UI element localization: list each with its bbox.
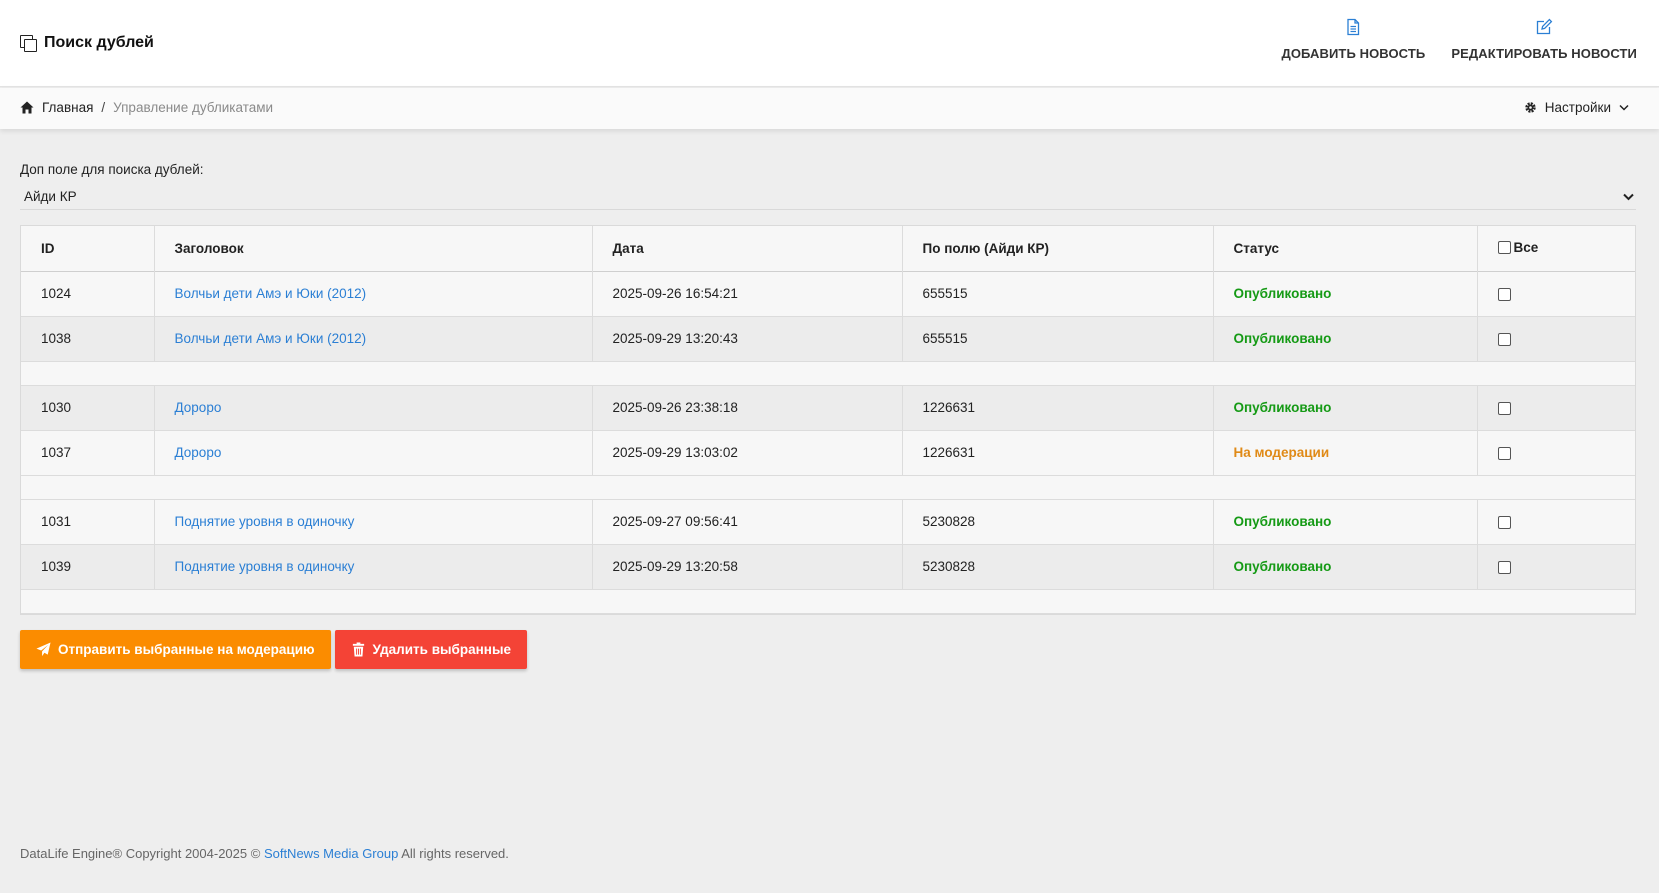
row-checkbox[interactable] [1497, 401, 1511, 415]
row-status: Опубликовано [1233, 559, 1332, 574]
breadcrumb-home-label: Главная [42, 100, 94, 115]
edit-news-label: РЕДАКТИРОВАТЬ НОВОСТИ [1451, 46, 1637, 61]
row-id: 1038 [21, 316, 155, 361]
table-row: 1024 Волчьи дети Амэ и Юки (2012) 2025-0… [21, 271, 1635, 316]
footer: DataLife Engine® Copyright 2004-2025 © S… [20, 846, 509, 861]
paper-plane-icon [36, 641, 51, 656]
row-title-link[interactable]: Поднятие уровня в одиночку [175, 514, 355, 529]
group-spacer [21, 589, 1635, 613]
row-status: Опубликовано [1233, 331, 1332, 346]
table-row: 1039 Поднятие уровня в одиночку 2025-09-… [21, 544, 1635, 589]
main-content: Доп поле для поиска дублей: Айди КР ID З… [20, 162, 1636, 669]
header-id: ID [21, 226, 155, 271]
row-status: Опубликовано [1233, 514, 1332, 529]
select-all-label: Все [1513, 239, 1539, 255]
add-news-label: ДОБАВИТЬ НОВОСТЬ [1281, 46, 1426, 61]
footer-link[interactable]: SoftNews Media Group [264, 846, 398, 861]
table-row: 1038 Волчьи дети Амэ и Юки (2012) 2025-0… [21, 316, 1635, 361]
row-title-link[interactable]: Поднятие уровня в одиночку [175, 559, 355, 574]
chevron-down-icon [1619, 104, 1629, 111]
row-title-link[interactable]: Дороро [175, 400, 222, 415]
row-checkbox[interactable] [1497, 332, 1511, 346]
row-checkbox[interactable] [1497, 446, 1511, 460]
chevron-down-icon [1623, 193, 1634, 200]
field-label: Доп поле для поиска дублей: [20, 162, 204, 177]
action-buttons: Отправить выбранные на модерацию Удалить… [20, 629, 1636, 669]
row-checkbox[interactable] [1497, 515, 1511, 529]
send-moderation-button[interactable]: Отправить выбранные на модерацию [20, 629, 331, 669]
row-date: 2025-09-27 09:56:41 [592, 499, 903, 544]
table-header-row: ID Заголовок Дата По полю (Айди КР) Стат… [21, 226, 1635, 271]
breadcrumb-bar: Главная / Управление дубликатами Настрой… [0, 88, 1659, 129]
row-date: 2025-09-29 13:20:43 [592, 316, 903, 361]
row-title-link[interactable]: Волчьи дети Амэ и Юки (2012) [175, 286, 367, 301]
row-checkbox[interactable] [1497, 287, 1511, 301]
edit-icon [1537, 18, 1553, 35]
delete-selected-button[interactable]: Удалить выбранные [334, 629, 527, 669]
breadcrumb-separator: / [101, 100, 106, 115]
table-row: 1030 Дороро 2025-09-26 23:38:18 1226631 … [21, 385, 1635, 430]
row-status: Опубликовано [1233, 400, 1332, 415]
header-date: Дата [592, 226, 903, 271]
header-status: Статус [1213, 226, 1478, 271]
row-checkbox[interactable] [1497, 560, 1511, 574]
field-select[interactable]: Айди КР [20, 184, 1636, 210]
duplicates-table: ID Заголовок Дата По полю (Айди КР) Стат… [20, 225, 1636, 615]
page-title-text: Поиск дублей [44, 34, 154, 51]
file-icon [1347, 18, 1360, 36]
row-title-link[interactable]: Волчьи дети Амэ и Юки (2012) [175, 331, 367, 346]
field-select-value: Айди КР [24, 189, 77, 204]
row-id: 1030 [21, 385, 155, 430]
top-header: Поиск дублей ДОБАВИТЬ НОВОСТЬ РЕДАКТИРОВ… [0, 0, 1659, 87]
settings-label: Настройки [1544, 100, 1611, 115]
breadcrumb-current: Управление дубликатами [113, 100, 274, 115]
row-status: Опубликовано [1233, 286, 1332, 301]
row-status: На модерации [1233, 445, 1330, 460]
row-id: 1031 [21, 499, 155, 544]
row-id: 1037 [21, 430, 155, 475]
add-news-button[interactable]: ДОБАВИТЬ НОВОСТЬ [1281, 18, 1425, 61]
gear-icon [1525, 102, 1536, 113]
copy-icon [20, 35, 37, 52]
header-field: По полю (Айди КР) [902, 226, 1214, 271]
row-date: 2025-09-29 13:20:58 [592, 544, 903, 589]
page-title: Поиск дублей [20, 34, 154, 52]
home-icon [20, 101, 34, 114]
group-spacer [21, 475, 1635, 499]
row-field-value: 5230828 [902, 499, 1214, 544]
breadcrumb-home[interactable]: Главная [20, 100, 93, 115]
settings-dropdown[interactable]: Настройки [1524, 100, 1629, 115]
edit-news-button[interactable]: РЕДАКТИРОВАТЬ НОВОСТИ [1451, 18, 1637, 61]
row-field-value: 655515 [902, 316, 1214, 361]
send-moderation-label: Отправить выбранные на модерацию [58, 641, 315, 657]
row-field-value: 5230828 [902, 544, 1214, 589]
top-actions: ДОБАВИТЬ НОВОСТЬ РЕДАКТИРОВАТЬ НОВОСТИ [1281, 18, 1637, 61]
row-id: 1024 [21, 271, 155, 316]
delete-selected-label: Удалить выбранные [372, 641, 511, 657]
select-all-checkbox[interactable] [1497, 240, 1511, 254]
row-field-value: 1226631 [902, 385, 1214, 430]
row-title-link[interactable]: Дороро [175, 445, 222, 460]
footer-copyright: DataLife Engine® Copyright 2004-2025 © [20, 846, 261, 861]
row-id: 1039 [21, 544, 155, 589]
table-row: 1037 Дороро 2025-09-29 13:03:02 1226631 … [21, 430, 1635, 475]
header-select-all: Все [1477, 226, 1635, 271]
row-date: 2025-09-26 23:38:18 [592, 385, 903, 430]
footer-rights: All rights reserved. [401, 846, 509, 861]
row-field-value: 655515 [902, 271, 1214, 316]
row-date: 2025-09-26 16:54:21 [592, 271, 903, 316]
header-title: Заголовок [154, 226, 593, 271]
table-row: 1031 Поднятие уровня в одиночку 2025-09-… [21, 499, 1635, 544]
group-spacer [21, 361, 1635, 385]
row-field-value: 1226631 [902, 430, 1214, 475]
trash-icon [352, 641, 364, 657]
breadcrumb: Главная / Управление дубликатами [20, 100, 273, 115]
row-date: 2025-09-29 13:03:02 [592, 430, 903, 475]
